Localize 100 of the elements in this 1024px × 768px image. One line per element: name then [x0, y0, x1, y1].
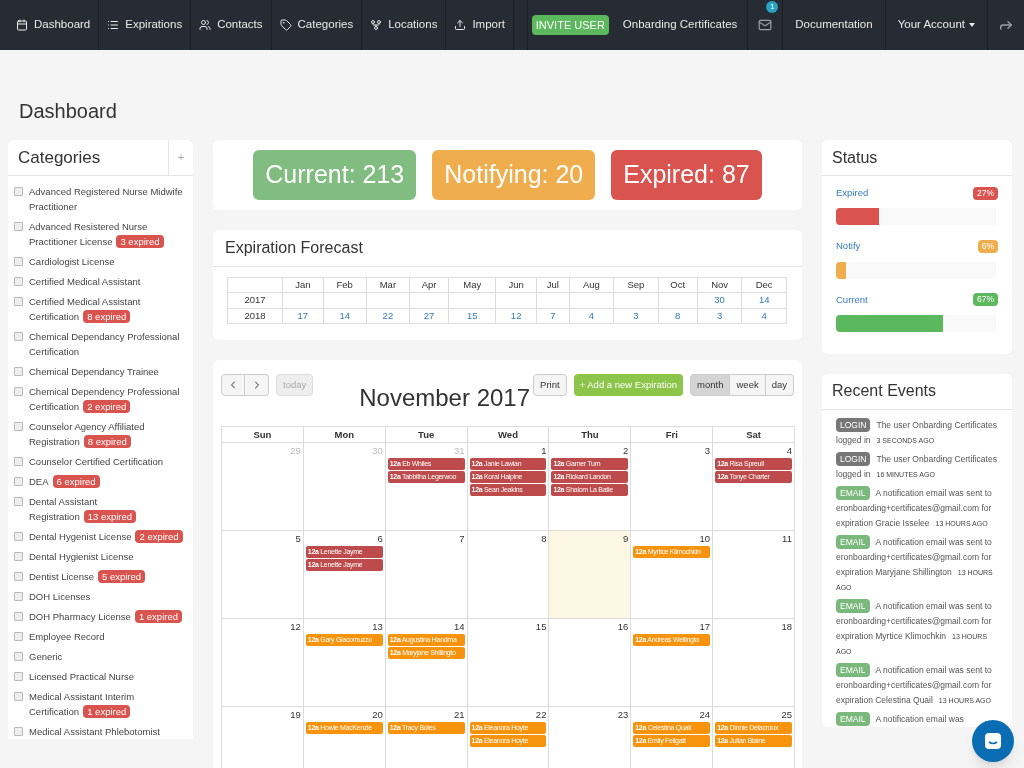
category-label[interactable]: Medical Assistant Phlebotomist — [29, 724, 160, 739]
nav-link[interactable]: Dashboard — [8, 0, 100, 50]
day-number: 13 — [372, 619, 384, 633]
month-header: Aug — [569, 277, 614, 293]
status-link[interactable]: Notify — [836, 239, 861, 254]
expired-badge: 2 expired — [83, 400, 131, 413]
category-label[interactable]: Dental Hygenist License 2 expired — [29, 529, 183, 544]
category-label[interactable]: DEA 6 expired — [29, 474, 100, 489]
status-link[interactable]: Current — [836, 292, 868, 307]
day-cell[interactable]: 8 — [467, 530, 550, 619]
month-header: Jul — [536, 277, 570, 293]
day-number: 30 — [372, 443, 384, 457]
category-label[interactable]: Dental Assistant Registration 13 expired — [29, 494, 187, 524]
day-number: 20 — [372, 707, 384, 721]
forecast-count-link[interactable]: 4 — [761, 309, 767, 321]
category-label[interactable]: Cardiologist License — [29, 254, 115, 269]
forecast-count-link[interactable]: 3 — [633, 309, 639, 321]
day-cell[interactable]: 18 — [713, 618, 795, 707]
day-cell[interactable]: 16 — [549, 618, 632, 707]
forecast-count-link[interactable]: 3 — [716, 309, 723, 321]
category-label[interactable]: Chemical Dependancy Professional Certification — [29, 329, 187, 359]
category-label[interactable]: Medical Assistant Interim Certification 1 expired — [29, 689, 187, 719]
forecast-count-link[interactable]: 30 — [714, 294, 725, 306]
weekday-header: Sun — [222, 426, 304, 443]
day-number: 11 — [782, 531, 793, 545]
day-cell[interactable]: 7 — [385, 530, 468, 619]
day-number: 16 — [617, 619, 630, 633]
user-link[interactable]: Onbarding Certificates — [612, 0, 749, 50]
nav-link[interactable]: Expirations — [99, 0, 192, 50]
view-tab[interactable]: week — [730, 373, 766, 396]
forecast-count-link[interactable]: 15 — [467, 309, 478, 321]
percent-badge: 6% — [977, 240, 998, 253]
day-number: 6 — [377, 531, 384, 545]
category-label[interactable]: Licensed Practical Nurse — [29, 669, 135, 684]
expired-badge: 8 expired — [83, 435, 131, 448]
day-number: 22 — [535, 707, 548, 721]
expired-badge: 5 expired — [97, 570, 146, 583]
category-label[interactable]: Dental Hygienist License — [29, 549, 134, 564]
print-button[interactable]: Print — [533, 373, 567, 396]
day-number: 2 — [623, 443, 630, 457]
category-label[interactable]: Certified Medical Assistant — [29, 274, 141, 289]
day-cell[interactable]: 9 — [549, 530, 632, 619]
month-header: Jan — [282, 277, 324, 293]
category-label[interactable]: Advanced Registered Nurse Midwife Practitioner — [29, 184, 187, 214]
day-number: 5 — [295, 531, 302, 545]
status-link[interactable]: Expired — [836, 186, 869, 201]
weekday-header: Wed — [467, 426, 550, 443]
month-header: Feb — [323, 277, 367, 293]
weekday-header: Fri — [631, 426, 714, 443]
day-number: 23 — [617, 707, 630, 721]
day-number: 18 — [781, 619, 793, 633]
documentation-link[interactable]: Documentation — [783, 0, 886, 50]
category-label[interactable]: Counselor Agency Affiliated Registration 8 expired — [29, 419, 187, 449]
month-header: Nov — [697, 277, 742, 293]
day-cell[interactable]: 11 — [713, 530, 795, 619]
day-cell[interactable]: 5 — [222, 530, 304, 619]
nav-link[interactable]: Contacts — [191, 0, 272, 50]
forecast-count-link[interactable]: 7 — [550, 309, 556, 321]
forecast-count-link[interactable]: 14 — [339, 309, 350, 321]
category-label[interactable]: Chemical Dependency Professional Certification 2 expired — [29, 384, 187, 414]
year-cell: 2017 — [227, 292, 283, 308]
expired-badge: 1 expired — [134, 610, 182, 623]
percent-badge: 67% — [973, 293, 998, 306]
forecast-count-link[interactable]: 8 — [675, 309, 681, 321]
month-header: May — [448, 277, 496, 293]
day-number: 15 — [535, 619, 548, 633]
view-tab[interactable]: day — [765, 373, 794, 396]
day-number: 10 — [699, 531, 712, 545]
category-label[interactable]: Counselor Certified Certification — [29, 454, 164, 469]
summary-button[interactable]: Expired: 87 — [611, 150, 762, 200]
day-cell[interactable]: 12 — [222, 618, 304, 707]
forecast-count-link[interactable]: 4 — [588, 309, 595, 321]
weekday-header: Mon — [303, 426, 386, 443]
nav-link[interactable]: Import — [446, 0, 514, 50]
category-label[interactable]: Dentist License 5 expired — [29, 569, 146, 584]
expired-badge: 2 expired — [135, 530, 183, 543]
category-label[interactable]: DOH Licenses — [29, 589, 91, 604]
category-label[interactable]: Advanced Resistered Nurse Practitioner License 3 expired — [29, 219, 187, 249]
year-cell: 2018 — [227, 308, 283, 324]
day-number: 21 — [454, 707, 466, 721]
day-number: 25 — [781, 707, 793, 721]
day-cell[interactable]: 3 — [631, 442, 714, 531]
day-cell[interactable]: 15 — [467, 618, 550, 707]
category-label[interactable]: Generic — [29, 649, 63, 664]
forecast-count-link[interactable]: 14 — [758, 294, 770, 306]
account-menu[interactable]: Your Account — [885, 0, 988, 50]
view-tab[interactable]: month — [690, 373, 731, 396]
expired-badge: 1 expired — [83, 705, 131, 718]
day-number: 4 — [786, 443, 793, 457]
panel-title: Status — [822, 140, 1012, 176]
day-number: 8 — [541, 531, 548, 545]
category-label[interactable]: DOH Pharmacy License 1 expired — [29, 609, 182, 624]
day-number: 14 — [454, 619, 466, 633]
category-label[interactable]: Certified Medical Assistant Certification 8 expired — [29, 294, 187, 324]
nav-link[interactable]: Locations — [362, 0, 447, 50]
panel-title: Expiration Forecast — [213, 230, 802, 267]
category-label[interactable]: Employee Record — [29, 629, 105, 644]
calendar-title: November 2017 — [359, 382, 530, 413]
category-label[interactable]: Chemical Dependancy Trainee — [29, 364, 159, 379]
nav-link[interactable]: Categories — [271, 0, 363, 50]
